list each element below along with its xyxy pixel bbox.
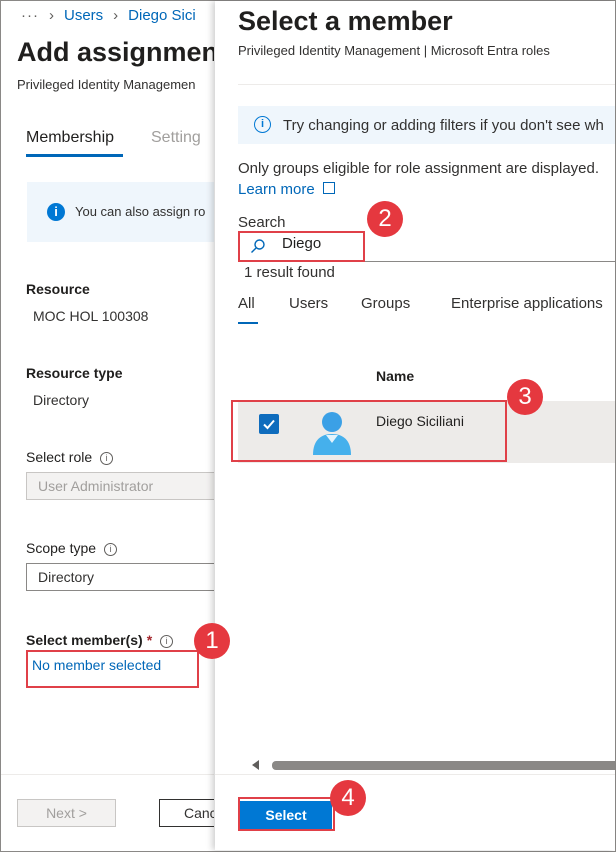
resource-label: Resource (26, 281, 90, 297)
select-role-field: User Administrator (26, 472, 214, 500)
footer-divider (215, 774, 615, 775)
info-icon[interactable]: i (104, 543, 118, 556)
select-role-label: Select role (26, 449, 93, 465)
resource-value: MOC HOL 100308 (33, 308, 149, 324)
tab-users[interactable]: Users (289, 295, 328, 312)
column-header-name[interactable]: Name (376, 368, 414, 384)
callout-badge-4: 4 (330, 780, 366, 816)
highlight-box (238, 231, 365, 262)
breadcrumb-users[interactable]: Users (64, 7, 103, 24)
scope-type-label-row: Scope type i (26, 540, 118, 556)
tab-active-indicator (26, 154, 123, 157)
tab-groups[interactable]: Groups (361, 295, 410, 312)
tab-active-indicator (238, 322, 258, 324)
highlight-box (238, 797, 335, 831)
scope-type-dropdown[interactable]: Directory (26, 563, 214, 591)
add-assignment-blade: ··· › Users › Diego Sici Add assignmen Privi… (1, 1, 214, 850)
highlight-box (26, 650, 199, 688)
tab-enterprise-applications[interactable]: Enterprise applications (451, 295, 603, 312)
callout-badge-3: 3 (507, 379, 543, 415)
filter-info-text: Try changing or adding filters if you do… (283, 117, 604, 134)
learn-more-link[interactable]: Learn more (238, 181, 335, 198)
info-icon: i (47, 203, 65, 221)
tab-setting[interactable]: Setting (151, 129, 201, 147)
eligibility-note: Only groups eligible for role assignment… (238, 160, 600, 177)
horizontal-scrollbar[interactable] (252, 760, 615, 770)
callout-badge-1: 1 (194, 623, 230, 659)
resource-type-label: Resource type (26, 365, 123, 381)
info-banner-text: You can also assign ro (75, 204, 206, 219)
required-marker: * (146, 632, 153, 648)
result-count: 1 result found (244, 264, 335, 281)
page-title: Add assignmen (17, 37, 214, 67)
tab-membership[interactable]: Membership (26, 129, 114, 147)
divider (238, 84, 615, 85)
filter-info-banner: i Try changing or adding filters if you … (238, 106, 615, 144)
panel-subtitle: Privileged Identity Management | Microso… (238, 43, 550, 58)
select-role-label-row: Select role i (26, 449, 114, 465)
breadcrumb-user[interactable]: Diego Sici (128, 7, 196, 24)
tab-all[interactable]: All (238, 295, 255, 312)
cancel-button[interactable]: Canc (159, 799, 214, 827)
scroll-left-icon[interactable] (252, 760, 259, 770)
breadcrumb-more-icon[interactable]: ··· (21, 7, 39, 24)
scope-type-label: Scope type (26, 540, 97, 556)
info-icon[interactable]: i (100, 452, 114, 465)
highlight-box (231, 400, 507, 462)
select-members-label: Select member(s) (26, 632, 143, 648)
info-icon[interactable]: i (160, 635, 174, 648)
footer-divider (1, 774, 214, 775)
panel-title: Select a member (238, 6, 453, 36)
search-label: Search (238, 214, 286, 231)
chevron-right-icon: › (113, 7, 119, 24)
scrollbar-thumb[interactable] (272, 761, 615, 770)
select-members-label-row: Select member(s) * i (26, 632, 174, 648)
callout-badge-2: 2 (367, 201, 403, 237)
next-button: Next > (17, 799, 116, 827)
external-link-icon (322, 182, 335, 194)
chevron-right-icon: › (49, 7, 54, 24)
breadcrumb: ··· › Users › Diego Sici (21, 7, 196, 24)
info-icon: i (254, 116, 271, 133)
resource-type-value: Directory (33, 392, 90, 408)
page-subtitle: Privileged Identity Managemen (17, 77, 196, 92)
learn-more-label[interactable]: Learn more (238, 181, 315, 198)
info-banner: i You can also assign ro (27, 182, 214, 242)
